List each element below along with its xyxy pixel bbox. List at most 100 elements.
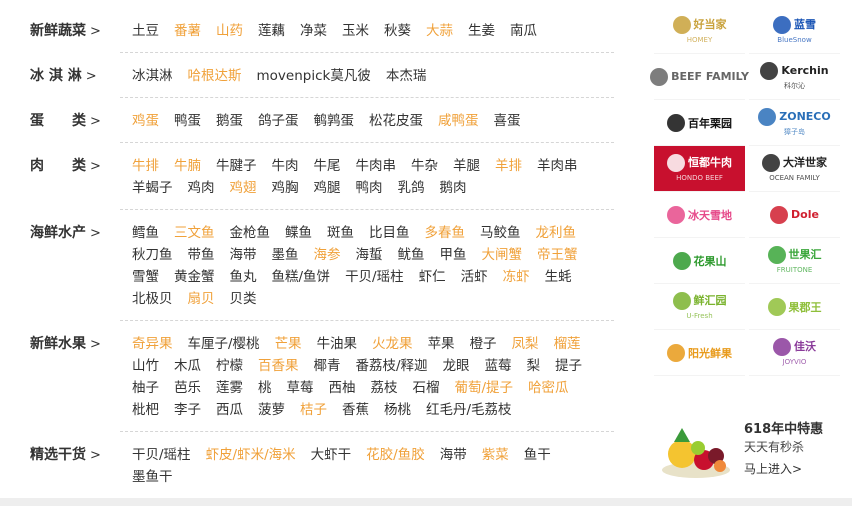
category-link[interactable]: 黄金蟹 <box>174 266 215 288</box>
brand-logo-tile[interactable]: 阳光鲜果 <box>654 330 745 376</box>
category-link[interactable]: 牛排 <box>132 155 159 177</box>
category-link[interactable]: 牛油果 <box>317 333 358 355</box>
category-link[interactable]: 鸡腿 <box>314 177 341 199</box>
category-link[interactable]: 百香果 <box>258 355 299 377</box>
category-link[interactable]: 西瓜 <box>216 399 243 421</box>
category-link[interactable]: 鱼丸 <box>230 266 257 288</box>
category-link[interactable]: 榴莲 <box>554 333 581 355</box>
category-link[interactable]: 蓝莓 <box>485 355 512 377</box>
category-link[interactable]: 龙利鱼 <box>536 222 577 244</box>
category-link[interactable]: 松花皮蛋 <box>369 110 423 132</box>
category-link[interactable]: 凤梨 <box>512 333 539 355</box>
category-link[interactable]: 哈密瓜 <box>528 377 569 399</box>
category-link[interactable]: 火龙果 <box>372 333 413 355</box>
category-link[interactable]: 番薯 <box>174 20 201 42</box>
category-link[interactable]: 山竹 <box>132 355 159 377</box>
category-link[interactable]: 番荔枝/释迦 <box>356 355 428 377</box>
category-link[interactable]: 梨 <box>527 355 541 377</box>
category-link[interactable]: 比目鱼 <box>369 222 410 244</box>
category-title[interactable]: 蛋 类 > <box>0 98 120 143</box>
category-link[interactable]: 山药 <box>216 20 243 42</box>
category-link[interactable]: 鸡胸 <box>272 177 299 199</box>
category-link[interactable]: 柠檬 <box>216 355 243 377</box>
category-link[interactable]: 鱼糕/鱼饼 <box>272 266 331 288</box>
category-link[interactable]: 莲雾 <box>216 377 243 399</box>
category-link[interactable]: 喜蛋 <box>494 110 521 132</box>
category-link[interactable]: 金枪鱼 <box>230 222 271 244</box>
category-link[interactable]: 玉米 <box>342 20 369 42</box>
category-link[interactable]: 葡萄/提子 <box>455 377 514 399</box>
category-link[interactable]: 土豆 <box>132 20 159 42</box>
category-link[interactable]: 龙眼 <box>443 355 470 377</box>
category-link[interactable]: 雪蟹 <box>132 266 159 288</box>
category-link[interactable]: 虾仁 <box>419 266 446 288</box>
category-title[interactable]: 精选干货 > <box>0 432 120 498</box>
category-link[interactable]: 菠萝 <box>258 399 285 421</box>
category-link[interactable]: 紫菜 <box>482 444 509 466</box>
category-title[interactable]: 冰 淇 淋 > <box>0 53 120 98</box>
category-link[interactable]: 北极贝 <box>132 288 173 310</box>
brand-logo-tile[interactable]: 鲜汇园 U-Fresh <box>654 284 745 330</box>
category-link[interactable]: 海带 <box>440 444 467 466</box>
category-link[interactable]: 牛肉串 <box>356 155 397 177</box>
category-link[interactable]: 鸭肉 <box>356 177 383 199</box>
category-title[interactable]: 新鲜蔬菜 > <box>0 8 120 53</box>
category-link[interactable]: 香蕉 <box>342 399 369 421</box>
brand-logo-tile[interactable]: 百年栗园 <box>654 100 745 146</box>
category-link[interactable]: 鱼干 <box>524 444 551 466</box>
category-title[interactable]: 新鲜水果 > <box>0 321 120 432</box>
category-link[interactable]: 墨鱼 <box>272 244 299 266</box>
brand-logo-tile[interactable]: 恒都牛肉 HONDO BEEF <box>654 146 745 192</box>
category-link[interactable]: 鳕鱼 <box>132 222 159 244</box>
category-link[interactable]: 帝王蟹 <box>537 244 578 266</box>
category-link[interactable]: 本杰瑞 <box>386 65 427 87</box>
category-link[interactable]: 苹果 <box>428 333 455 355</box>
brand-logo-tile[interactable]: 蓝雪 BlueSnow <box>749 8 840 54</box>
category-link[interactable]: 桔子 <box>300 399 327 421</box>
category-link[interactable]: 净菜 <box>300 20 327 42</box>
category-link[interactable]: 鸡肉 <box>188 177 215 199</box>
category-link[interactable]: 冰淇淋 <box>132 65 173 87</box>
category-link[interactable]: 草莓 <box>287 377 314 399</box>
category-link[interactable]: 生蚝 <box>545 266 572 288</box>
category-link[interactable]: 柚子 <box>132 377 159 399</box>
category-link[interactable]: 扇贝 <box>188 288 215 310</box>
category-link[interactable]: 带鱼 <box>188 244 215 266</box>
category-link[interactable]: 哈根达斯 <box>188 65 242 87</box>
category-link[interactable]: 羊排 <box>495 155 522 177</box>
category-link[interactable]: 莲藕 <box>258 20 285 42</box>
category-link[interactable]: 鱿鱼 <box>398 244 425 266</box>
category-link[interactable]: 奇异果 <box>132 333 173 355</box>
category-link[interactable]: 牛腱子 <box>216 155 257 177</box>
category-link[interactable]: 马鲛鱼 <box>480 222 521 244</box>
category-link[interactable]: 花胶/鱼胶 <box>366 444 425 466</box>
category-link[interactable]: 咸鸭蛋 <box>438 110 479 132</box>
category-link[interactable]: 芭乐 <box>174 377 201 399</box>
category-link[interactable]: 甲鱼 <box>440 244 467 266</box>
category-link[interactable]: 羊蝎子 <box>132 177 173 199</box>
category-link[interactable]: 鸡蛋 <box>132 110 159 132</box>
category-link[interactable]: 大虾干 <box>311 444 352 466</box>
category-link[interactable]: movenpick莫凡彼 <box>257 65 371 87</box>
category-link[interactable]: 秋葵 <box>384 20 411 42</box>
promo-enter-link[interactable]: 马上进入> <box>744 460 802 477</box>
category-link[interactable]: 鸽子蛋 <box>258 110 299 132</box>
brand-logo-tile[interactable]: Kerchin 科尔沁 <box>749 54 840 100</box>
category-link[interactable]: 西柚 <box>329 377 356 399</box>
category-link[interactable]: 鹌鹑蛋 <box>314 110 355 132</box>
category-link[interactable]: 秋刀鱼 <box>132 244 173 266</box>
category-link[interactable]: 荔枝 <box>371 377 398 399</box>
brand-logo-tile[interactable]: Dole <box>749 192 840 238</box>
category-link[interactable]: 羊腿 <box>453 155 480 177</box>
brand-logo-tile[interactable]: 大洋世家 OCEAN FAMILY <box>749 146 840 192</box>
category-title[interactable]: 海鲜水产 > <box>0 210 120 321</box>
category-link[interactable]: 生姜 <box>468 20 495 42</box>
category-link[interactable]: 提子 <box>555 355 582 377</box>
category-link[interactable]: 鹅蛋 <box>216 110 243 132</box>
category-link[interactable]: 牛肉 <box>272 155 299 177</box>
category-link[interactable]: 干贝/瑶柱 <box>132 444 191 466</box>
category-link[interactable]: 椰青 <box>314 355 341 377</box>
category-title[interactable]: 肉 类 > <box>0 143 120 210</box>
category-link[interactable]: 羊肉串 <box>537 155 578 177</box>
category-link[interactable]: 贝类 <box>230 288 257 310</box>
